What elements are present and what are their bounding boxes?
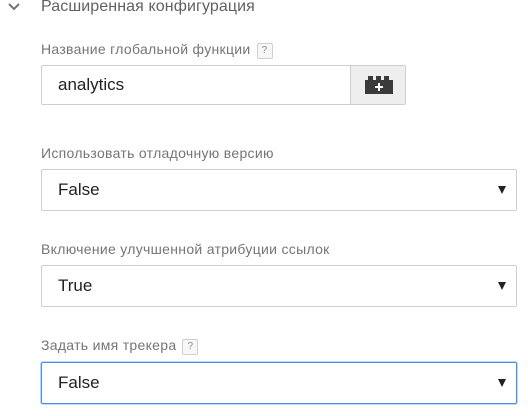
help-icon[interactable]: ? bbox=[182, 339, 199, 355]
dropdown-arrow-icon bbox=[498, 379, 506, 387]
debug-version-label: Использовать отладочную версию bbox=[41, 145, 274, 161]
debug-version-select[interactable]: False bbox=[41, 169, 517, 211]
debug-version-value: False bbox=[58, 180, 100, 199]
chevron-down-icon[interactable] bbox=[6, 1, 22, 13]
global-function-label-text: Название глобальной функции bbox=[41, 41, 251, 57]
enhanced-link-attribution-value: True bbox=[58, 276, 93, 295]
dropdown-arrow-icon bbox=[498, 282, 506, 290]
enhanced-link-attribution-select[interactable]: True bbox=[41, 265, 517, 307]
variable-picker-icon bbox=[365, 76, 393, 94]
section-title: Расширенная конфигурация bbox=[41, 0, 255, 15]
tracker-name-select[interactable]: False bbox=[41, 362, 517, 404]
global-function-input[interactable] bbox=[41, 65, 350, 105]
insert-variable-button[interactable] bbox=[350, 65, 406, 105]
global-function-label: Название глобальной функции? bbox=[41, 41, 273, 59]
tracker-name-label-text: Задать имя трекера bbox=[41, 337, 177, 353]
enhanced-link-attribution-label: Включение улучшенной атрибуции ссылок bbox=[41, 241, 330, 257]
dropdown-arrow-icon bbox=[498, 186, 506, 194]
tracker-name-label: Задать имя трекера? bbox=[41, 337, 199, 355]
advanced-config-header[interactable]: Расширенная конфигурация bbox=[0, 0, 528, 20]
help-icon[interactable]: ? bbox=[256, 43, 273, 59]
tracker-name-value: False bbox=[58, 373, 100, 392]
